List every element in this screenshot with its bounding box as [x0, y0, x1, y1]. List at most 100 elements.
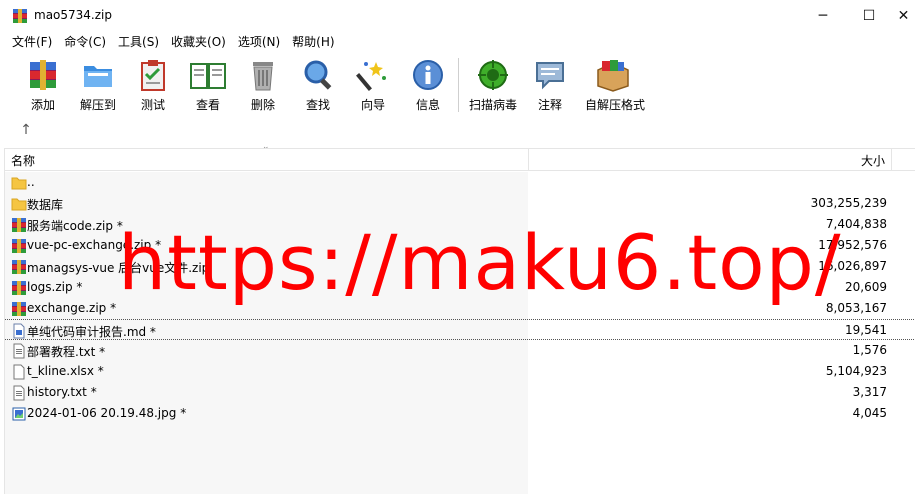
file-row[interactable]: 数据库 303,255,239 [5, 193, 915, 214]
test-label: 测试 [140, 98, 165, 112]
delete-button[interactable]: 删除 [235, 56, 291, 114]
path-bar: ↑ [0, 116, 915, 146]
menu-tools[interactable]: 工具(S) [112, 32, 165, 52]
menu-file[interactable]: 文件(F) [6, 32, 58, 52]
file-name: 2024-01-06 20.19.48.jpg * [27, 406, 187, 420]
scan-virus-label: 扫描病毒 [468, 98, 517, 112]
file-row[interactable]: t_kline.xlsx * 5,104,923 [5, 361, 915, 382]
maximize-button[interactable]: ☐ [846, 0, 892, 32]
archive-icon [11, 259, 27, 275]
file-size: 5,104,923 [825, 364, 887, 378]
sfx-button[interactable]: 自解压格式 [585, 56, 646, 114]
virus-scan-icon [478, 60, 508, 90]
add-label: 添加 [30, 98, 55, 112]
file-name: 数据库 [27, 198, 64, 212]
add-archive-icon [30, 60, 56, 90]
add-button[interactable]: 添加 [15, 56, 71, 114]
magnifier-icon [304, 60, 332, 90]
toolbar: 添加 解压到 测试 查看 删除 查找 向导 信息 扫描病毒 注释 自解压格式 [0, 52, 915, 116]
list-header: 名称 大小 [5, 149, 915, 171]
file-row[interactable]: managsys-vue 后台vue文件.zip 16,026,897 [5, 256, 915, 277]
close-button[interactable]: ✕ [892, 0, 915, 32]
markdown-file-icon [11, 323, 27, 339]
sfx-label: 自解压格式 [585, 98, 646, 112]
file-size: 16,026,897 [818, 259, 887, 273]
menu-options[interactable]: 选项(N) [232, 32, 286, 52]
text-file-icon [11, 343, 27, 359]
file-row[interactable]: logs.zip * 20,609 [5, 277, 915, 298]
file-size: 20,609 [845, 280, 887, 294]
archive-icon [11, 301, 27, 317]
menu-favorites[interactable]: 收藏夹(O) [165, 32, 232, 52]
file-row[interactable]: exchange.zip * 8,053,167 [5, 298, 915, 319]
file-row[interactable]: 单纯代码审计报告.md * 19,541 [5, 319, 915, 340]
find-button[interactable]: 查找 [290, 56, 346, 114]
file-row[interactable]: vue-pc-exchange.zip * 17,952,576 [5, 235, 915, 256]
toolbar-separator [458, 58, 459, 112]
menu-help[interactable]: 帮助(H) [286, 32, 340, 52]
file-size: 8,053,167 [825, 301, 887, 315]
archive-icon [11, 280, 27, 296]
menu-bar: 文件(F) 命令(C) 工具(S) 收藏夹(O) 选项(N) 帮助(H) [0, 32, 915, 52]
up-arrow-icon[interactable]: ↑ [16, 122, 36, 140]
file-name: 单纯代码审计报告.md * [27, 325, 156, 339]
file-name: managsys-vue 后台vue文件.zip [27, 261, 210, 275]
column-divider[interactable] [528, 149, 529, 171]
comment-button[interactable]: 注释 [522, 56, 578, 114]
extract-to-button[interactable]: 解压到 [70, 56, 126, 114]
extract-to-label: 解压到 [79, 98, 116, 112]
file-row[interactable]: history.txt * 3,317 [5, 382, 915, 403]
folder-icon [11, 175, 27, 191]
text-file-icon [11, 385, 27, 401]
comment-icon [536, 62, 564, 90]
comment-label: 注释 [537, 98, 562, 112]
extract-folder-icon [84, 66, 112, 87]
info-icon [413, 60, 443, 90]
file-size: 303,255,239 [810, 196, 887, 210]
delete-label: 删除 [250, 98, 275, 112]
wizard-button[interactable]: 向导 [345, 56, 401, 114]
file-size: 1,576 [852, 343, 887, 357]
scan-virus-button[interactable]: 扫描病毒 [465, 56, 521, 114]
file-size: 7,404,838 [825, 217, 887, 231]
title-bar: mao5734.zip ─ ☐ ✕ [0, 0, 915, 32]
file-row[interactable]: .. [5, 172, 915, 193]
test-clipboard-icon [141, 60, 165, 91]
file-size: 17,952,576 [818, 238, 887, 252]
file-name: logs.zip * [27, 280, 83, 294]
window-title: mao5734.zip [34, 8, 112, 22]
winrar-app-icon [12, 8, 28, 24]
blank-file-icon [11, 364, 27, 380]
magic-wand-icon [356, 62, 386, 91]
column-divider[interactable] [891, 149, 892, 171]
file-name: .. [27, 175, 35, 189]
view-button[interactable]: 查看 [180, 56, 236, 114]
view-label: 查看 [195, 98, 220, 112]
folder-icon [11, 196, 27, 212]
file-size: 19,541 [845, 323, 887, 337]
sfx-box-icon [597, 60, 629, 92]
file-list[interactable]: 名称 大小 .. 数据库 303,255,239 服务端code.zip * 7,404… [4, 148, 915, 494]
file-row[interactable]: 2024-01-06 20.19.48.jpg * 4,045 [5, 403, 915, 424]
test-button[interactable]: 测试 [125, 56, 181, 114]
file-size: 3,317 [852, 385, 887, 399]
wizard-label: 向导 [360, 98, 385, 112]
file-size: 4,045 [852, 406, 887, 420]
minimize-button[interactable]: ─ [800, 0, 846, 32]
trash-icon [253, 62, 273, 91]
info-button[interactable]: 信息 [400, 56, 456, 114]
column-size-header[interactable]: 大小 [861, 152, 885, 169]
column-name-header[interactable]: 名称 [11, 152, 35, 169]
file-name: t_kline.xlsx * [27, 364, 104, 378]
info-label: 信息 [415, 98, 440, 112]
view-book-icon [190, 63, 226, 89]
file-row[interactable]: 服务端code.zip * 7,404,838 [5, 214, 915, 235]
file-name: 部署教程.txt * [27, 345, 106, 359]
file-name: history.txt * [27, 385, 97, 399]
menu-commands[interactable]: 命令(C) [58, 32, 112, 52]
file-name: vue-pc-exchange.zip * [27, 238, 162, 252]
image-file-icon [11, 406, 27, 422]
archive-icon [11, 217, 27, 233]
file-row[interactable]: 部署教程.txt * 1,576 [5, 340, 915, 361]
find-label: 查找 [305, 98, 330, 112]
